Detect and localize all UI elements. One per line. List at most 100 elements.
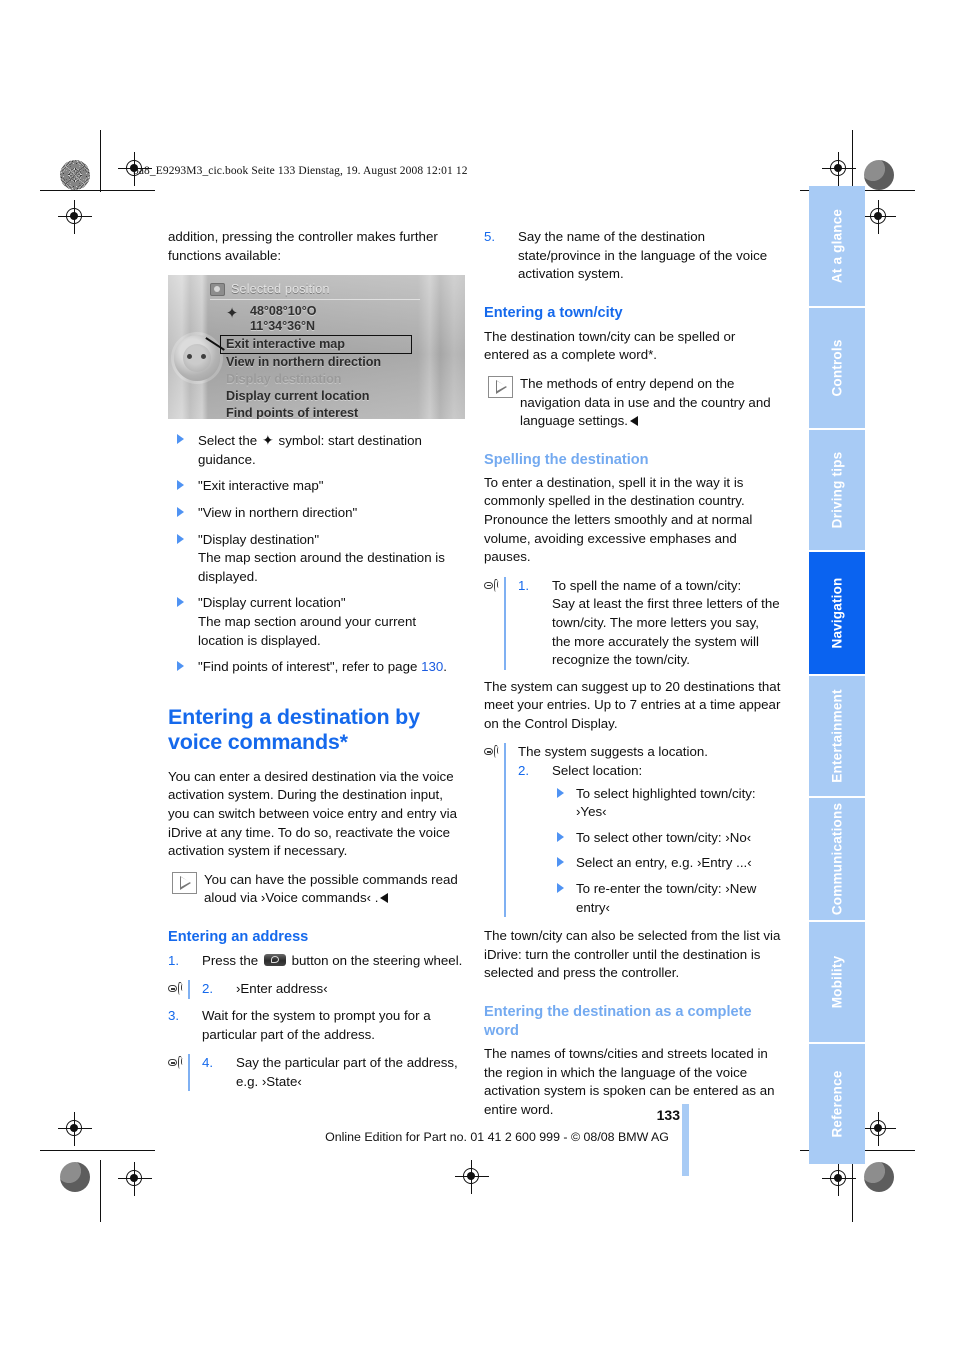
option-text: To select highlighted town/city: ›Yes‹	[576, 785, 756, 820]
sidebar-tab-label: Reference	[829, 1070, 845, 1138]
coordinate-line-2: 11°34°36°N	[250, 319, 316, 334]
controller-options-list: Select the ✦ symbol: start destination g…	[168, 431, 465, 677]
sidebar-tab-label: Driving tips	[829, 451, 845, 529]
navigation-display-illustration: Selected position ✦ 48°08°10°O 11°34°36°…	[168, 275, 465, 420]
town-body-paragraph: The destination town/city can be spelled…	[484, 328, 736, 363]
crop-line-top-right	[852, 130, 853, 192]
density-patch-top-left	[60, 160, 90, 190]
registration-mark-bottom-right	[822, 1162, 856, 1196]
compass-icon: ✦	[225, 305, 239, 323]
selected-position-icon	[210, 282, 225, 296]
speech-mouth-icon	[484, 578, 501, 593]
subheading-complete-word: Entering the destination as a complete w…	[484, 1004, 752, 1039]
voice-step-select-location: 2. Select location: To select highlighte…	[484, 762, 781, 918]
voice-step-say-address-part: 4. Say the particular part of the addres…	[168, 1054, 465, 1092]
bullet-text: "Find points of interest", refer to page	[198, 659, 418, 675]
step-number: 3.	[168, 1008, 180, 1024]
navshot-menu-item-find-points-of-interest[interactable]: Find points of interest	[223, 405, 423, 419]
bullet-text: "Display current location"	[198, 595, 346, 611]
list-item: To select highlighted town/city: ›Yes‹	[548, 785, 781, 822]
list-item: "Display current location" The map secti…	[168, 594, 465, 650]
sidebar-tab-label: Communications	[829, 802, 845, 916]
navshot-menu-item-view-northern-direction[interactable]: View in northern direction	[223, 354, 423, 371]
bullet-detail: The map section around the destination i…	[198, 550, 445, 584]
step-text: Say the particular part of the address, …	[236, 1055, 458, 1089]
registration-mark-right-upper	[862, 200, 896, 234]
sidebar-tab-entertainment[interactable]: Entertainment	[809, 676, 865, 796]
sidebar-tab-at-a-glance[interactable]: At a glance	[809, 186, 865, 306]
list-item: "Display destination" The map section ar…	[168, 531, 465, 587]
bullet-text: "View in northern direction"	[198, 504, 358, 520]
sidebar-tab-controls[interactable]: Controls	[809, 308, 865, 428]
reference-triangle-icon	[172, 871, 197, 894]
navshot-menu-item-exit-interactive-map[interactable]: Exit interactive map	[220, 335, 412, 355]
navshot-header-row: Selected position	[210, 280, 330, 299]
voice-step-rule	[504, 762, 506, 918]
registration-mark-bottom-center-left	[455, 1160, 489, 1194]
coordinate-line-1: 48°08°10°O	[250, 304, 317, 319]
sidebar-tab-mobility[interactable]: Mobility	[809, 922, 865, 1042]
section-body-paragraph: You can enter a desired destination via …	[168, 768, 457, 859]
triangle-bullet-icon	[557, 787, 564, 798]
voice-step-rule	[504, 743, 506, 763]
sidebar-tab-label: Controls	[829, 339, 845, 397]
sidebar-tab-communications[interactable]: Communications	[809, 798, 865, 920]
crop-line-bottom-right-vertical	[852, 1160, 853, 1222]
page-section-heading: Entering a destination by voice commands…	[168, 704, 420, 755]
list-item: 1. To spell the name of a town/city: Say…	[518, 577, 781, 670]
voice-step-spell-town: 1. To spell the name of a town/city: Say…	[484, 576, 781, 670]
density-patch-top-right	[864, 160, 894, 190]
list-item: To select other town/city: ›No‹	[548, 829, 781, 848]
list-item: 4. Say the particular part of the addres…	[202, 1054, 465, 1091]
voice-step-rule	[188, 980, 190, 1000]
step-number: 4.	[202, 1055, 214, 1071]
sidebar-tab-label: Mobility	[829, 955, 845, 1009]
right-text-column: 5. Say the name of the destination state…	[484, 228, 781, 1129]
option-text: Select an entry, e.g. ›Entry ...‹	[576, 855, 752, 871]
navshot-menu-item-display-destination[interactable]: Display destination	[223, 371, 423, 388]
bullet-text: "Display destination"	[198, 531, 320, 547]
page-reference-link[interactable]: 130	[421, 659, 443, 674]
entering-address-step-5: 5. Say the name of the destination state…	[484, 228, 781, 284]
step-text-post: button on the steering wheel.	[291, 952, 463, 968]
navshot-menu-item-display-current-location[interactable]: Display current location	[223, 388, 423, 405]
page-number: 133	[656, 1107, 680, 1123]
note-end-marker-icon	[380, 893, 389, 904]
step-number: 5.	[484, 229, 496, 244]
list-item: 5. Say the name of the destination state…	[484, 228, 781, 284]
footer-copyright: Online Edition for Part no. 01 41 2 600 …	[0, 1130, 954, 1144]
subheading-entering-an-address: Entering an address	[168, 928, 309, 945]
registration-mark-top-right	[822, 152, 856, 186]
suggest-body-paragraph: The system can suggest up to 20 destinat…	[484, 678, 781, 731]
sidebar-tab-driving-tips[interactable]: Driving tips	[809, 430, 865, 550]
registration-mark-left-upper	[58, 200, 92, 234]
voice-step-rule	[188, 1054, 190, 1092]
entering-address-steps-continued: 3. Wait for the system to prompt you for…	[168, 1007, 465, 1044]
reference-triangle-icon	[488, 375, 513, 398]
subheading-spelling-the-destination: Spelling the destination	[484, 451, 649, 468]
voice-button-icon	[263, 953, 286, 966]
step-text: Wait for the system to prompt you for a …	[202, 1008, 431, 1042]
sidebar-tab-reference[interactable]: Reference	[809, 1044, 865, 1164]
crop-line-bottom-left	[40, 1150, 155, 1151]
step-text-pre: Press the	[202, 952, 259, 968]
list-item: Select the ✦ symbol: start destination g…	[168, 431, 465, 469]
step-text-line-1: To spell the name of a town/city:	[552, 577, 742, 593]
list-item: 3. Wait for the system to prompt you for…	[168, 1007, 465, 1044]
bullet-text: "Exit interactive map"	[198, 478, 324, 494]
crop-line-left	[40, 190, 155, 191]
list-item: "Find points of interest", refer to page…	[168, 658, 465, 677]
sidebar-tab-navigation[interactable]: Navigation	[809, 552, 865, 674]
destination-flag-symbol-icon: ✦	[261, 432, 274, 449]
triangle-bullet-icon	[177, 661, 184, 672]
note-voice-commands: You can have the possible commands read …	[168, 871, 465, 908]
sidebar-tab-label: Navigation	[829, 577, 845, 649]
bullet-lead: Select the	[198, 433, 258, 449]
sidebar-tab-label: At a glance	[829, 208, 845, 284]
footer-copyright-text: Online Edition for Part no. 01 41 2 600 …	[325, 1130, 669, 1144]
list-item: Select an entry, e.g. ›Entry ...‹	[548, 854, 781, 873]
note-text: You can have the possible commands read …	[204, 871, 458, 906]
speech-mouth-icon	[168, 981, 185, 996]
voice-step-body: 2. ›Enter address‹	[194, 980, 465, 999]
voice-step-body: 2. Select location: To select highlighte…	[510, 762, 781, 917]
